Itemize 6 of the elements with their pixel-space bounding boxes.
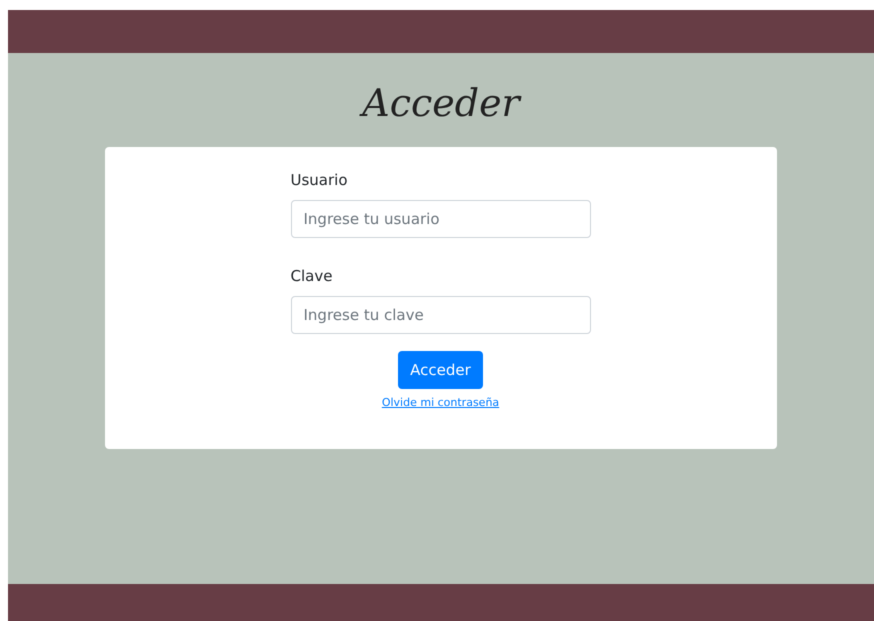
input-field[interactable]: Ingrese tu usuario xyxy=(290,200,590,238)
input-field[interactable]: Ingrese tu clave xyxy=(290,296,590,334)
field-label: Usuario xyxy=(290,171,349,191)
field-label: Clave xyxy=(290,267,334,287)
forgot-password-link[interactable]: Olvide mi contraseña xyxy=(382,396,500,409)
submit-button[interactable]: Acceder xyxy=(398,351,483,389)
